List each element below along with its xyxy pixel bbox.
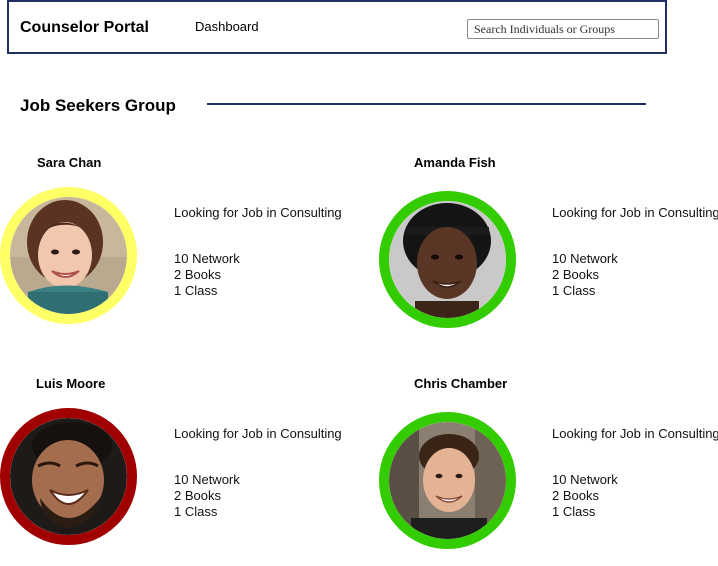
avatar-photo xyxy=(389,201,506,318)
member-name[interactable]: Luis Moore xyxy=(36,376,105,391)
classes-count[interactable]: 1 Class xyxy=(174,504,240,520)
network-count[interactable]: 10 Network xyxy=(552,472,618,488)
search-input[interactable] xyxy=(467,19,659,39)
avatar-photo xyxy=(10,197,127,314)
member-card: Luis Moore Looking for Job in Consulting… xyxy=(0,376,360,566)
app-title: Counselor Portal xyxy=(20,19,149,36)
books-count[interactable]: 2 Books xyxy=(552,488,618,504)
member-name[interactable]: Sara Chan xyxy=(37,155,101,170)
member-card: Amanda Fish Looking for Job in Consultin… xyxy=(378,155,718,345)
app-header: Counselor Portal Dashboard xyxy=(7,0,667,54)
member-card: Chris Chamber Looking for Job in Consult… xyxy=(378,376,718,566)
member-status: Looking for Job in Consulting xyxy=(552,426,718,441)
member-name[interactable]: Amanda Fish xyxy=(414,155,496,170)
books-count[interactable]: 2 Books xyxy=(552,267,618,283)
network-count[interactable]: 10 Network xyxy=(552,251,618,267)
books-count[interactable]: 2 Books xyxy=(174,267,240,283)
network-count[interactable]: 10 Network xyxy=(174,472,240,488)
member-stats: 10 Network 2 Books 1 Class xyxy=(174,251,240,299)
member-stats: 10 Network 2 Books 1 Class xyxy=(552,472,618,520)
classes-count[interactable]: 1 Class xyxy=(174,283,240,299)
member-avatar[interactable] xyxy=(379,412,516,549)
member-name[interactable]: Chris Chamber xyxy=(414,376,507,391)
avatar-photo xyxy=(389,422,506,539)
classes-count[interactable]: 1 Class xyxy=(552,283,618,299)
nav-dashboard-link[interactable]: Dashboard xyxy=(195,19,259,34)
classes-count[interactable]: 1 Class xyxy=(552,504,618,520)
member-card: Sara Chan Looking for Job in Consulting … xyxy=(0,155,360,345)
books-count[interactable]: 2 Books xyxy=(174,488,240,504)
member-status: Looking for Job in Consulting xyxy=(552,205,718,220)
member-avatar[interactable] xyxy=(0,187,137,324)
member-avatar[interactable] xyxy=(0,408,137,545)
member-avatar[interactable] xyxy=(379,191,516,328)
member-status: Looking for Job in Consulting xyxy=(174,426,342,441)
member-stats: 10 Network 2 Books 1 Class xyxy=(552,251,618,299)
group-title: Job Seekers Group xyxy=(20,96,176,115)
section-divider xyxy=(207,103,646,105)
avatar-photo xyxy=(10,418,127,535)
network-count[interactable]: 10 Network xyxy=(174,251,240,267)
member-status: Looking for Job in Consulting xyxy=(174,205,342,220)
member-stats: 10 Network 2 Books 1 Class xyxy=(174,472,240,520)
